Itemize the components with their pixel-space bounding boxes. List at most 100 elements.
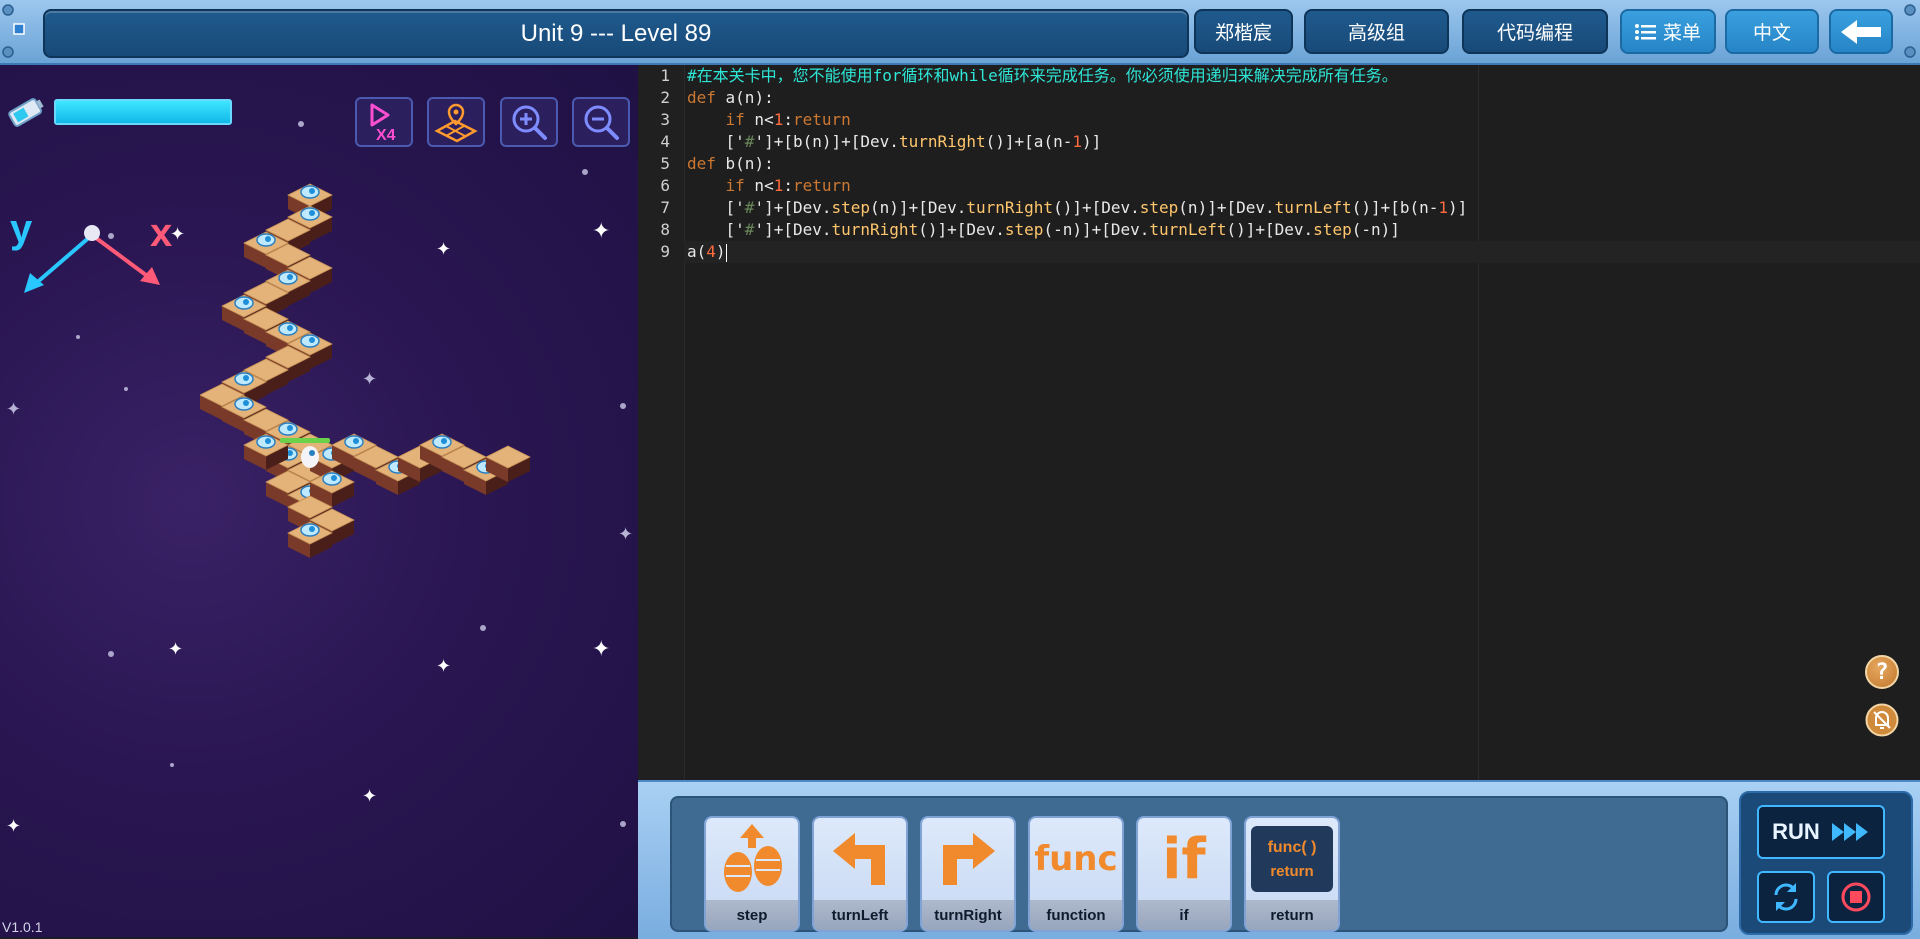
turn-left-block[interactable]: turnLeft bbox=[812, 816, 908, 932]
help-button[interactable]: ? bbox=[1865, 655, 1899, 689]
bottom-toolbar: step turnLeft turnRight func function if… bbox=[638, 780, 1920, 939]
line-number: 6 bbox=[660, 176, 670, 195]
code-number: 1 bbox=[773, 176, 784, 195]
code-function: step bbox=[1313, 220, 1352, 239]
corner-ornament-icon bbox=[1904, 4, 1916, 58]
return-icon-return-text: return bbox=[1270, 862, 1314, 880]
code-function: step bbox=[1004, 220, 1044, 239]
user-name-button[interactable]: 郑楷宸 bbox=[1194, 9, 1293, 54]
code-text: ()]+[a(n- bbox=[985, 132, 1073, 151]
code-line[interactable]: ['#']+[Dev.turnRight()]+[Dev.step(-n)]+[… bbox=[687, 219, 1400, 241]
star-dot bbox=[620, 403, 626, 409]
code-text: a(n): bbox=[715, 88, 774, 107]
code-number: 1 bbox=[773, 110, 784, 129]
block-label: step bbox=[706, 900, 798, 930]
bell-mute-icon bbox=[1865, 703, 1899, 737]
code-line-active[interactable]: a(4) bbox=[684, 241, 1920, 263]
star-dot bbox=[76, 335, 80, 339]
code-text: )] bbox=[1448, 198, 1468, 217]
code-blocks-panel: step turnLeft turnRight func function if… bbox=[670, 796, 1728, 932]
star-decoration: ✦ bbox=[618, 524, 634, 544]
line-number: 8 bbox=[660, 220, 670, 239]
menu-button[interactable]: 菜单 bbox=[1620, 9, 1716, 54]
block-label: return bbox=[1246, 900, 1338, 930]
code-text: ()]+[Dev. bbox=[1053, 198, 1140, 217]
code-keyword: def bbox=[687, 154, 716, 173]
mute-button[interactable] bbox=[1865, 703, 1899, 737]
star-decoration: ✦ bbox=[168, 639, 184, 659]
language-button[interactable]: 中文 bbox=[1725, 9, 1819, 54]
code-number: 4 bbox=[706, 242, 716, 261]
run-controls: RUN bbox=[1739, 791, 1913, 935]
line-number: 9 bbox=[660, 242, 670, 261]
group-button[interactable]: 高级组 bbox=[1304, 9, 1449, 54]
list-icon bbox=[1634, 23, 1656, 40]
code-text: a( bbox=[687, 242, 707, 261]
code-text: )] bbox=[1081, 132, 1102, 151]
axis-indicator: y x bbox=[10, 145, 180, 295]
run-label: RUN bbox=[1772, 819, 1820, 844]
menu-label: 菜单 bbox=[1662, 23, 1701, 44]
code-text: [' bbox=[687, 198, 745, 217]
star-dot bbox=[620, 821, 626, 827]
code-editor[interactable]: 1 2 3 4 5 6 7 8 9 #在本关卡中，您不能使用for循环和whil… bbox=[638, 65, 1920, 780]
turn-right-block[interactable]: turnRight bbox=[920, 816, 1016, 932]
function-block[interactable]: func function bbox=[1028, 816, 1124, 932]
code-keyword: if bbox=[725, 176, 745, 195]
code-line[interactable]: if n<1:return bbox=[687, 175, 851, 197]
line-number: 4 bbox=[660, 132, 670, 151]
code-keyword: return bbox=[792, 176, 851, 195]
return-block[interactable]: func( ) return return bbox=[1244, 816, 1340, 932]
code-string: # bbox=[744, 220, 755, 239]
line-number-gutter: 1 2 3 4 5 6 7 8 9 bbox=[638, 65, 685, 780]
code-line[interactable]: ['#']+[b(n)]+[Dev.turnRight()]+[a(n-1)] bbox=[687, 131, 1102, 153]
code-keyword: if bbox=[725, 110, 745, 129]
code-line[interactable]: if n<1:return bbox=[687, 109, 851, 131]
code-text: (-n)]+[Dev. bbox=[1043, 220, 1150, 239]
line-number: 2 bbox=[660, 88, 670, 107]
stop-icon bbox=[1841, 882, 1871, 912]
star-dot bbox=[170, 763, 174, 767]
code-line[interactable]: ['#']+[Dev.step(n)]+[Dev.turnRight()]+[D… bbox=[687, 197, 1468, 219]
star-decoration: ✦ bbox=[6, 399, 22, 419]
return-icon-func-text: func( ) bbox=[1267, 838, 1317, 856]
reset-icon bbox=[1774, 883, 1798, 911]
return-icon: func( ) return bbox=[1251, 826, 1333, 892]
star-decoration: ✦ bbox=[362, 786, 378, 806]
game-viewport[interactable]: ✦ ✦ ✦ ✦ ✦ ✦ ✦ ✦ ✦ ✦ ✦ X4 y x V1.0.1 bbox=[0, 65, 638, 937]
code-string: # bbox=[744, 132, 755, 151]
code-text: ']+[Dev. bbox=[754, 220, 832, 239]
stop-button[interactable] bbox=[1827, 871, 1885, 923]
step-block[interactable]: step bbox=[704, 816, 800, 932]
if-icon: if bbox=[1162, 826, 1206, 892]
step-icon bbox=[724, 824, 782, 892]
game-board bbox=[200, 183, 531, 558]
code-text: ']+[b(n)]+[Dev. bbox=[754, 132, 899, 151]
code-function: turnRight bbox=[966, 198, 1054, 217]
run-button[interactable]: RUN bbox=[1757, 805, 1885, 859]
line-number: 1 bbox=[660, 66, 670, 85]
code-function: turnRight bbox=[898, 132, 986, 151]
back-button[interactable] bbox=[1829, 9, 1893, 54]
function-icon: func bbox=[1034, 839, 1118, 879]
block-label: turnLeft bbox=[814, 900, 906, 930]
code-function: turnLeft bbox=[1274, 198, 1352, 217]
code-text: b(n): bbox=[715, 154, 774, 173]
star-dot bbox=[108, 651, 114, 657]
code-text: (n)]+[Dev. bbox=[1178, 198, 1275, 217]
version-label: V1.0.1 bbox=[2, 919, 43, 935]
code-line[interactable]: def a(n): bbox=[687, 87, 774, 109]
code-line[interactable]: def b(n): bbox=[687, 153, 774, 175]
reset-button[interactable] bbox=[1757, 871, 1815, 923]
block-label: turnRight bbox=[922, 900, 1014, 930]
mode-button[interactable]: 代码编程 bbox=[1462, 9, 1608, 54]
code-text: ()]+[Dev. bbox=[918, 220, 1005, 239]
energy-bar bbox=[54, 99, 232, 125]
if-block[interactable]: if if bbox=[1136, 816, 1232, 932]
code-string: # bbox=[744, 198, 755, 217]
turn-right-icon bbox=[943, 833, 995, 885]
code-text: ']+[Dev. bbox=[754, 198, 832, 217]
line-number: 3 bbox=[660, 110, 670, 129]
code-line[interactable]: #在本关卡中，您不能使用for循环和while循环来完成任务。你必须使用递归来解… bbox=[687, 65, 1398, 87]
